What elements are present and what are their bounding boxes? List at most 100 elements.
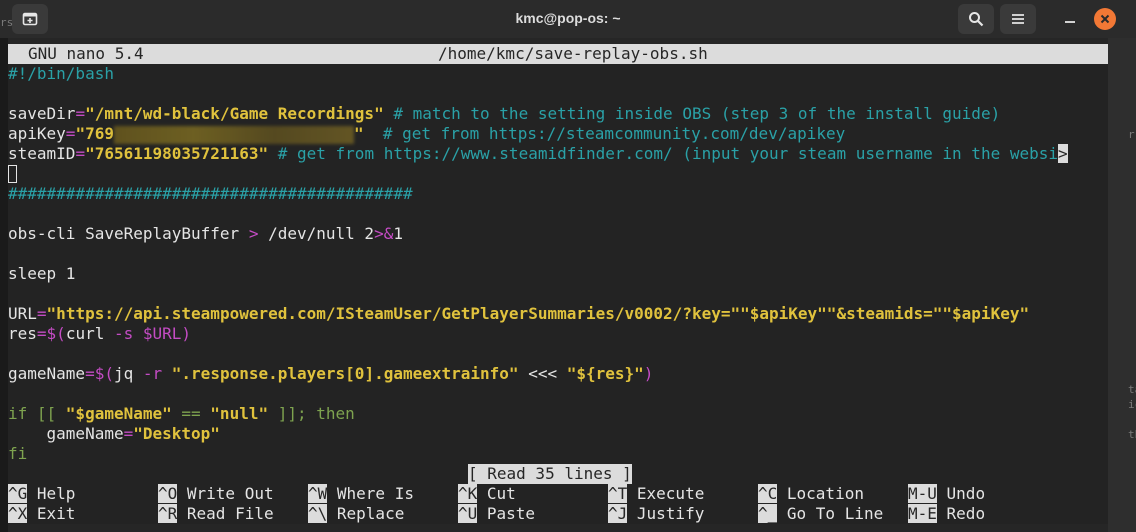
shortcut-key: ^O	[158, 484, 178, 503]
code-line-sleep: sleep 1	[8, 264, 76, 283]
shortcut-justify[interactable]: ^J Justify	[608, 504, 704, 524]
assign-op: =	[85, 364, 95, 383]
search-icon	[969, 12, 984, 27]
string-value: "https://api.steampowered.com/ISteamUser…	[46, 304, 1030, 323]
assign-op: =	[36, 304, 47, 323]
shortcut-cut[interactable]: ^K Cut	[458, 484, 516, 504]
code-line-desktop: gameName="Desktop"	[8, 424, 220, 444]
shortcut-label: Where Is	[327, 484, 414, 503]
status-message: [ Read 35 lines ]	[468, 464, 632, 484]
background-text: rs	[0, 16, 14, 29]
close-icon	[1100, 14, 1110, 24]
assign-op: =	[36, 324, 47, 343]
var-name: gameName	[8, 364, 86, 383]
shortcut-label: Write Out	[177, 484, 274, 503]
string-value: "$gameName"	[65, 404, 172, 423]
code-line-shebang: #!/bin/bash	[8, 64, 114, 83]
search-button[interactable]	[958, 4, 994, 34]
code-line-url: URL="https://api.steampowered.com/ISteam…	[8, 304, 1029, 324]
shortcut-label: Exit	[27, 504, 76, 523]
shortcut-where-is[interactable]: ^W Where Is	[308, 484, 414, 504]
terminal-view[interactable]: GNU nano 5.4/home/kmc/save-replay-obs.sh…	[8, 44, 1108, 524]
background-text: r:	[1128, 128, 1136, 141]
shortcut-key: ^W	[308, 484, 328, 503]
file-path: /home/kmc/save-replay-obs.sh	[438, 44, 708, 63]
shortcut-label: Execute	[627, 484, 705, 503]
flag: -s	[113, 324, 134, 343]
shortcut-key: ^\	[308, 504, 328, 523]
var-name: steamID	[8, 144, 76, 163]
code-line-gamename: gameName=$(jq -r ".response.players[0].g…	[8, 364, 653, 384]
shortcut-label: Go To Line	[777, 504, 884, 523]
shortcut-label: Redo	[936, 504, 986, 523]
title-bar: kmc@pop-os: ~	[0, 0, 1136, 38]
shortcut-undo[interactable]: M-U Undo	[908, 484, 985, 504]
line-overflow-marker: >	[1058, 144, 1068, 163]
command: obs-cli SaveReplayBuffer	[8, 224, 249, 243]
command: curl	[65, 324, 114, 343]
shortcut-execute[interactable]: ^T Execute	[608, 484, 704, 504]
shortcut-read-file[interactable]: ^R Read File	[158, 504, 274, 524]
assign-op: =	[75, 104, 86, 123]
shortcut-key: ^G	[8, 484, 28, 503]
shortcut-key: ^_	[758, 504, 778, 523]
background-text: th	[1128, 428, 1136, 441]
minimize-button[interactable]	[1052, 4, 1088, 34]
close-button[interactable]	[1094, 8, 1116, 30]
shortcut-label: Justify	[627, 504, 705, 523]
redirect-op: >&	[374, 224, 394, 243]
shortcut-location[interactable]: ^C Location	[758, 484, 864, 504]
text-cursor	[8, 165, 17, 183]
code-line-if: if [[ "$gameName" == "null" ]]; then	[8, 404, 355, 424]
shortcut-label: Replace	[327, 504, 405, 523]
shortcut-redo[interactable]: M-E Redo	[908, 504, 985, 524]
comment: # get from https://www.steamidfinder.com…	[268, 144, 1058, 163]
shortcut-paste[interactable]: ^U Paste	[458, 504, 535, 524]
string-value: "Desktop"	[133, 424, 220, 443]
shortcut-go-to-line[interactable]: ^_ Go To Line	[758, 504, 883, 524]
assign-op: =	[75, 144, 86, 163]
shortcut-write-out[interactable]: ^O Write Out	[158, 484, 274, 504]
variable: $URL	[142, 324, 182, 343]
command-args: 1	[393, 224, 403, 243]
command: jq	[113, 364, 143, 383]
assign-op: =	[65, 124, 76, 143]
code-line-hashes: ########################################…	[8, 184, 413, 203]
shortcut-exit[interactable]: ^X Exit	[8, 504, 75, 524]
hamburger-menu-icon	[1012, 14, 1024, 24]
code-line-res: res=$(curl -s $URL)	[8, 324, 191, 344]
shortcut-label: Paste	[477, 504, 536, 523]
subshell-close: )	[181, 324, 192, 343]
var-name: res	[8, 324, 37, 343]
shortcut-key: M-U	[908, 484, 937, 503]
assign-op: =	[123, 424, 134, 443]
code-line-steamid: steamID="76561198035721163" # get from h…	[8, 144, 1068, 164]
string-value: "76561198035721163"	[85, 144, 269, 163]
shortcut-key: ^J	[608, 504, 628, 523]
shortcut-help[interactable]: ^G Help	[8, 484, 75, 504]
subshell-open: $(	[94, 364, 114, 383]
shortcut-replace[interactable]: ^\ Replace	[308, 504, 404, 524]
shortcut-key: ^C	[758, 484, 778, 503]
subshell-open: $(	[46, 324, 66, 343]
command-args: /dev/null 2	[258, 224, 375, 243]
code-line-apikey: apiKey="769 " # get from https://steamcom…	[8, 124, 845, 144]
menu-button[interactable]	[1000, 4, 1036, 34]
string-value: "769	[75, 124, 114, 143]
flag: -r	[142, 364, 163, 383]
var-name: gameName	[8, 424, 124, 443]
code-line-savedir: saveDir="/mnt/wd-black/Game Recordings" …	[8, 104, 1000, 124]
keyword: if [[	[8, 404, 66, 423]
shortcut-label: Help	[27, 484, 76, 503]
shortcut-label: Location	[777, 484, 864, 503]
nano-version: GNU nano 5.4	[28, 44, 144, 63]
shortcut-key: ^U	[458, 504, 478, 523]
shortcut-key: ^R	[158, 504, 178, 523]
code-line-fi: fi	[8, 444, 28, 463]
shortcut-key: ^K	[458, 484, 478, 503]
shortcut-label: Undo	[936, 484, 986, 503]
shortcut-key: ^T	[608, 484, 628, 503]
var-name: URL	[8, 304, 37, 323]
